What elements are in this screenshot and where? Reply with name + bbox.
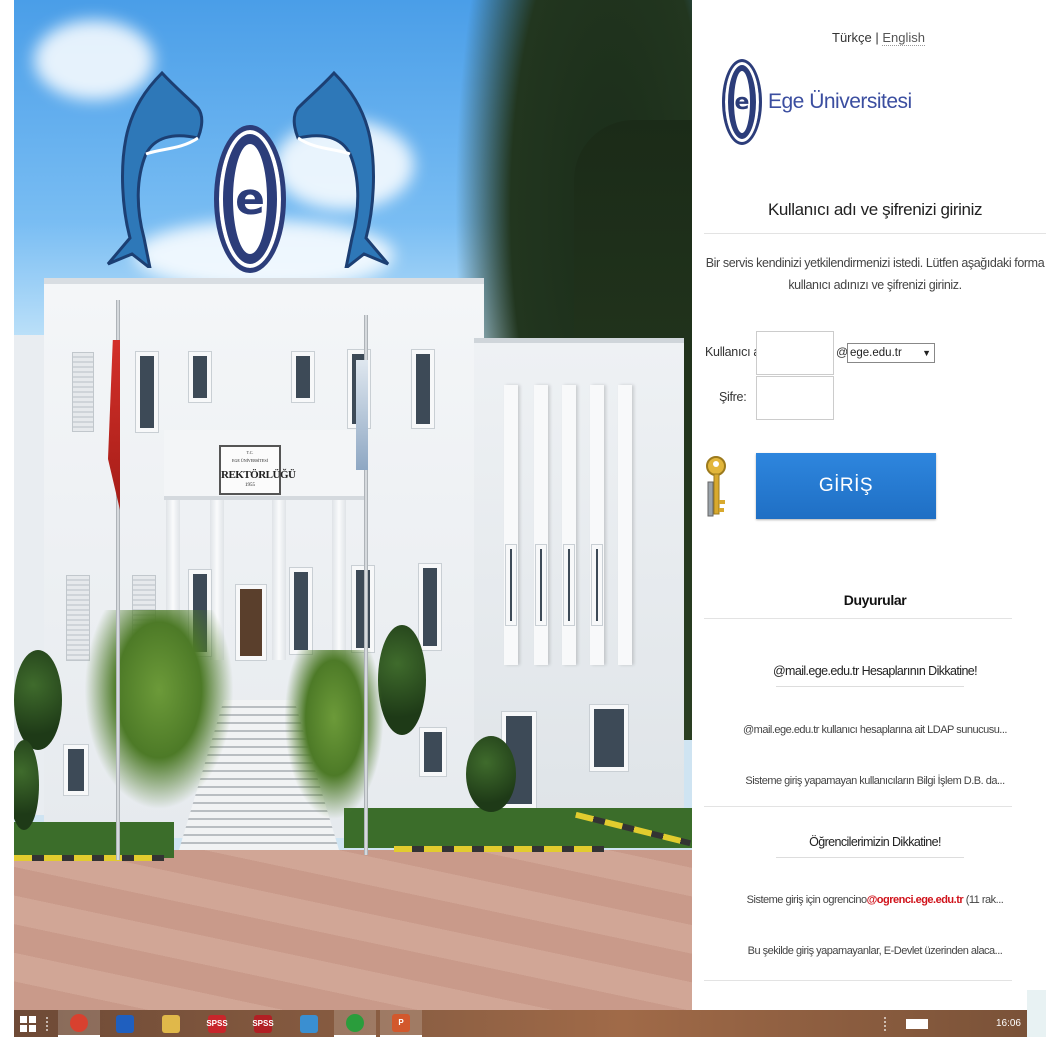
bush xyxy=(14,650,62,750)
announcement-link[interactable]: @mail.ege.edu.tr kullanıcı hesaplarına a… xyxy=(704,724,1046,736)
powerpoint-icon: P xyxy=(392,1013,410,1032)
column xyxy=(272,500,286,660)
language-switcher: Türkçe | English xyxy=(832,30,926,46)
window xyxy=(419,564,441,650)
palm-tree xyxy=(84,610,234,810)
announcement-text: (11 rak... xyxy=(963,894,1004,906)
window xyxy=(352,566,374,652)
window xyxy=(290,568,312,654)
taskbar: SPSS SPSS P 16:06 xyxy=(14,1010,1027,1037)
login-button[interactable]: GİRİŞ xyxy=(756,453,936,519)
university-logo-icon: e xyxy=(722,59,762,145)
taskbar-app-chrome[interactable] xyxy=(58,1010,100,1037)
window xyxy=(564,545,574,625)
taskbar-app-spss2[interactable]: SPSS xyxy=(242,1010,284,1037)
system-tray: 16:06 xyxy=(883,1010,1021,1037)
keys-icon xyxy=(706,456,726,517)
window xyxy=(189,352,211,402)
lang-turkish[interactable]: Türkçe xyxy=(832,30,872,45)
screen-edge xyxy=(1027,990,1046,1037)
flag-university xyxy=(356,360,368,470)
lang-separator: | xyxy=(875,30,879,45)
app-lightblue-icon xyxy=(300,1014,318,1033)
clock[interactable]: 16:06 xyxy=(996,1018,1021,1029)
app-blue-icon xyxy=(116,1014,134,1033)
login-description: Bir servis kendinizi yetkilendirmenizi i… xyxy=(705,256,1045,292)
divider xyxy=(704,806,1012,807)
announcement-text: Sisteme giriş için ogrencino xyxy=(746,894,867,906)
domain-select[interactable]: ege.edu.tr ▼ xyxy=(847,343,935,363)
window xyxy=(420,728,446,776)
announcement-link[interactable]: Sisteme giriş yapamayan kullanıcıların B… xyxy=(704,775,1046,787)
university-seal-icon: e xyxy=(214,125,286,273)
divider xyxy=(704,980,1012,981)
curb xyxy=(14,855,164,861)
brand-header: e Ege Üniversitesi xyxy=(722,58,912,146)
dolphin-left-icon xyxy=(106,70,204,268)
media-icon xyxy=(346,1013,364,1032)
paved-ground xyxy=(14,850,692,1010)
window xyxy=(292,352,314,402)
pilaster xyxy=(618,385,632,665)
announcements-title: Duyurular xyxy=(843,592,907,608)
announcement-group-heading: @mail.ege.edu.tr Hesaplarının Dikkatine! xyxy=(772,664,978,678)
taskbar-app-blue[interactable] xyxy=(104,1010,146,1037)
windows-icon[interactable] xyxy=(14,1010,42,1037)
window xyxy=(590,705,628,771)
lang-english-link[interactable]: English xyxy=(882,30,926,46)
taskbar-app-powerpoint[interactable]: P xyxy=(380,1010,422,1037)
announcement-link[interactable]: Sisteme giriş için ogrencino@ogrenci.ege… xyxy=(704,894,1046,906)
chrome-icon xyxy=(70,1013,88,1032)
input-indicator-icon[interactable] xyxy=(905,1018,928,1029)
taskbar-app-spss[interactable]: SPSS xyxy=(196,1010,238,1037)
window xyxy=(136,352,158,432)
rectorate-plaque: T.C. EGE ÜNİVERSİTESİ REKTÖRLÜĞÜ 1955 xyxy=(219,445,296,495)
bush xyxy=(378,625,426,735)
window xyxy=(536,545,546,625)
chevron-down-icon: ▼ xyxy=(922,348,931,358)
taskbar-grip xyxy=(46,1016,54,1031)
column xyxy=(332,500,346,660)
window xyxy=(412,350,434,428)
folder-icon xyxy=(162,1014,180,1033)
login-title: Kullanıcı adı ve şifrenizi giriniz xyxy=(767,200,983,219)
window xyxy=(592,545,602,625)
username-input[interactable] xyxy=(756,331,834,375)
palm-tree xyxy=(284,650,384,820)
brand-name: Ege Üniversitesi xyxy=(768,90,912,113)
highlight-email: @ogrenci.ege.edu.tr xyxy=(866,894,964,906)
divider xyxy=(704,233,1046,234)
announcement-group-heading: Öğrencilerimizin Dikkatine! xyxy=(809,835,941,849)
shutter xyxy=(72,352,94,432)
campus-photo: T.C. EGE ÜNİVERSİTESİ REKTÖRLÜĞÜ 1955 e xyxy=(14,0,692,1010)
taskbar-app-media[interactable] xyxy=(334,1010,376,1037)
divider xyxy=(776,857,964,858)
window xyxy=(506,545,516,625)
dolphin-right-icon xyxy=(292,70,390,268)
divider xyxy=(776,686,964,687)
divider xyxy=(704,618,1012,619)
spss-icon: SPSS xyxy=(206,1014,228,1033)
lawn xyxy=(14,822,174,858)
domain-selected-value: ege.edu.tr xyxy=(850,347,902,359)
password-label: Şifre: xyxy=(719,390,747,404)
password-input[interactable] xyxy=(756,376,834,420)
spss2-icon: SPSS xyxy=(252,1014,274,1033)
tray-grip xyxy=(883,1016,892,1031)
bush xyxy=(466,736,516,812)
door xyxy=(236,585,266,660)
curb xyxy=(394,846,604,852)
taskbar-app-lightblue[interactable] xyxy=(288,1010,330,1037)
taskbar-app-folder[interactable] xyxy=(150,1010,192,1037)
announcement-link[interactable]: Bu şekilde giriş yapamayanlar, E-Devlet … xyxy=(704,945,1046,957)
